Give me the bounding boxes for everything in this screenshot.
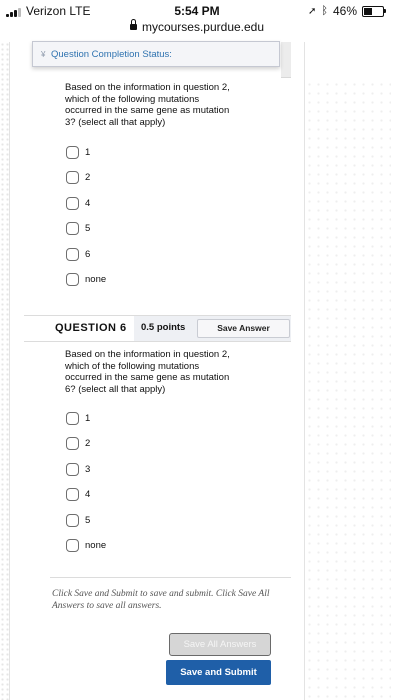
- question-6-option[interactable]: 1: [66, 411, 90, 425]
- question-6-prompt: Based on the information in question 2, …: [65, 349, 230, 395]
- question-6-option[interactable]: 3: [66, 462, 90, 476]
- page-background-pattern-right: [305, 80, 391, 700]
- battery-percent: 46%: [332, 4, 357, 18]
- url-bar[interactable]: mycourses.purdue.edu: [0, 19, 394, 34]
- option-label: 2: [85, 172, 91, 183]
- checkbox[interactable]: [66, 171, 79, 184]
- battery-icon: [362, 5, 386, 17]
- question-completion-status[interactable]: ¥ Question Completion Status:: [32, 41, 280, 67]
- checkbox[interactable]: [66, 196, 79, 210]
- checkbox[interactable]: [66, 462, 79, 476]
- option-label: none: [85, 274, 107, 285]
- url-text: mycourses.purdue.edu: [141, 20, 265, 34]
- left-divider: [9, 42, 10, 700]
- question-5-prompt: Based on the information in question 2, …: [65, 82, 230, 128]
- option-label: none: [85, 540, 107, 551]
- option-label: 4: [85, 489, 91, 500]
- option-label: 1: [85, 412, 91, 424]
- question-points: 0.5 points: [141, 322, 186, 333]
- checkbox[interactable]: [66, 513, 79, 527]
- save-and-submit-button[interactable]: Save and Submit: [166, 660, 271, 685]
- option-label: 5: [85, 223, 91, 234]
- question-6-option[interactable]: 2: [66, 437, 90, 451]
- checkbox[interactable]: [66, 222, 79, 235]
- bluetooth-icon: ᛒ: [321, 5, 328, 17]
- submit-instructions: Click Save and Submit to save and submit…: [52, 589, 270, 611]
- question-6-option[interactable]: none: [66, 539, 106, 553]
- system-indicators: ➚ ᛒ 46%: [307, 4, 386, 18]
- checkbox[interactable]: [66, 273, 79, 286]
- lock-icon: [129, 19, 137, 30]
- question-6-option[interactable]: 4: [66, 488, 90, 502]
- question-5-option[interactable]: 5: [66, 222, 90, 236]
- checkbox[interactable]: [66, 247, 79, 261]
- option-label: 5: [85, 514, 91, 526]
- checkbox[interactable]: [66, 488, 79, 501]
- header-strip: [281, 42, 291, 78]
- checkbox[interactable]: [66, 539, 79, 552]
- section-divider: [50, 577, 291, 578]
- checkbox[interactable]: [66, 145, 79, 159]
- completion-status-label: Question Completion Status:: [51, 49, 172, 60]
- save-answer-button[interactable]: Save Answer: [197, 319, 290, 338]
- location-icon: ➚: [307, 5, 317, 17]
- question-5-option[interactable]: 4: [66, 196, 90, 210]
- question-6-option[interactable]: 5: [66, 513, 90, 527]
- question-5-option[interactable]: 2: [66, 171, 90, 185]
- option-label: 3: [85, 463, 91, 475]
- question-6-header: QUESTION 6 0.5 points Save Answer: [24, 315, 291, 342]
- question-5-option[interactable]: none: [66, 273, 106, 287]
- option-label: 1: [85, 146, 91, 158]
- save-all-answers-button[interactable]: Save All Answers: [169, 633, 271, 656]
- question-5-option[interactable]: 1: [66, 145, 90, 159]
- checkbox[interactable]: [66, 437, 79, 450]
- page-background-pattern: [0, 42, 9, 700]
- question-5-option[interactable]: 6: [66, 247, 90, 261]
- checkbox[interactable]: [66, 411, 79, 425]
- option-label: 4: [85, 197, 91, 209]
- collapse-arrow-icon: ¥: [41, 50, 46, 59]
- question-number: QUESTION 6: [55, 322, 127, 334]
- option-label: 2: [85, 438, 91, 449]
- option-label: 6: [85, 248, 91, 260]
- status-bar: Verizon LTE 5:54 PM mycourses.purdue.edu…: [0, 0, 394, 42]
